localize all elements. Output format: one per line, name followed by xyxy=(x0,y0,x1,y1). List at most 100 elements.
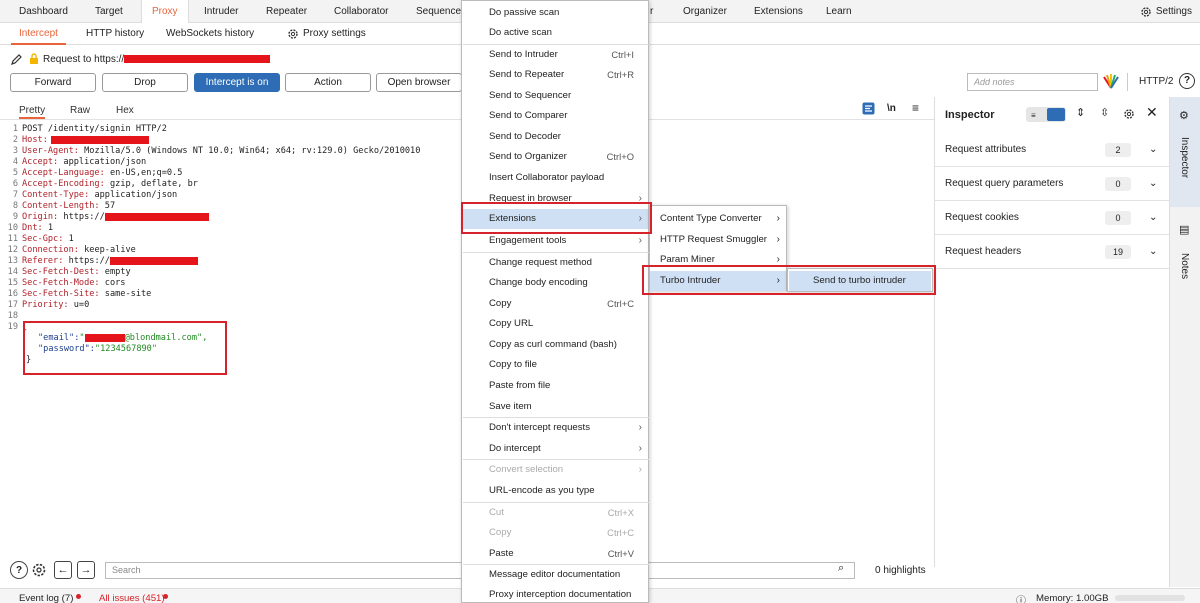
tab-extensions[interactable]: Extensions xyxy=(754,0,803,23)
newline-toggle-icon[interactable]: \n xyxy=(887,103,896,114)
menu-item-passive-scan[interactable]: Do passive scan xyxy=(462,3,648,23)
menu-item-copy[interactable]: Copy Ctrl+C xyxy=(462,294,648,314)
lock-icon xyxy=(30,53,38,64)
menu-item-send-to-intruder[interactable]: Send to Intruder Ctrl+I xyxy=(462,45,648,65)
menu-item-insert-collaborator[interactable]: Insert Collaborator payload xyxy=(462,168,648,188)
menu-item-paste-from-file[interactable]: Paste from file xyxy=(462,376,648,396)
highlight-color-icon[interactable] xyxy=(1102,73,1120,89)
subtab-intercept[interactable]: Intercept xyxy=(11,23,66,45)
menu-item-change-request-method[interactable]: Change request method xyxy=(462,253,648,273)
action-button[interactable]: Action xyxy=(285,73,371,92)
menu-item-send-to-sequencer[interactable]: Send to Sequencer xyxy=(462,86,648,106)
side-tab-notes[interactable]: ▤ Notes xyxy=(1170,215,1200,295)
menu-item-send-to-decoder[interactable]: Send to Decoder xyxy=(462,127,648,147)
open-browser-button[interactable]: Open browser xyxy=(376,73,462,92)
tab-intruder[interactable]: Intruder xyxy=(204,0,238,23)
settings-button[interactable]: Settings xyxy=(1140,0,1192,23)
drop-button[interactable]: Drop xyxy=(102,73,188,92)
proxy-settings-button[interactable]: Proxy settings xyxy=(287,23,366,45)
menu-item-dont-intercept[interactable]: Don't intercept requests › xyxy=(462,418,648,438)
menu-item-proxy-interception-docs[interactable]: Proxy interception documentation xyxy=(462,585,648,603)
menu-item-copy-url[interactable]: Copy URL xyxy=(462,314,648,334)
menu-item-change-body-encoding[interactable]: Change body encoding xyxy=(462,273,648,293)
gear-icon[interactable] xyxy=(31,562,47,578)
burp-window: Dashboard Target Proxy Intruder Repeater… xyxy=(0,0,1200,603)
chevron-down-icon[interactable]: ⌄ xyxy=(1149,201,1157,235)
menu-icon[interactable]: ≡ xyxy=(912,101,919,115)
settings-label: Settings xyxy=(1155,6,1192,17)
help-icon[interactable]: ? xyxy=(10,561,28,579)
inspector-row-cookies[interactable]: Request cookies 0 ⌄ xyxy=(935,201,1170,235)
inspector-row-request-attributes[interactable]: Request attributes 2 ⌄ xyxy=(935,133,1170,167)
chevron-down-icon[interactable]: ⌄ xyxy=(1149,235,1157,269)
submenu-item-http-request-smuggler[interactable]: HTTP Request Smuggler › xyxy=(650,230,786,250)
search-icon[interactable]: ⌕ xyxy=(838,562,844,575)
code-line: 8 Content-Length: 57 xyxy=(12,201,116,211)
http-version-label[interactable]: HTTP/2 xyxy=(1139,76,1173,87)
help-icon[interactable]: ? xyxy=(1179,73,1195,89)
inspector-row-headers[interactable]: Request headers 19 ⌄ xyxy=(935,235,1170,269)
forward-arrow-icon[interactable]: → xyxy=(77,561,95,579)
menu-item-cut[interactable]: Cut Ctrl+X xyxy=(462,503,648,523)
inspector-panel: Inspector ≡ ⇕ ⇳ ✕ Request attributes 2 ⌄… xyxy=(934,97,1170,567)
turbo-highlight-frame xyxy=(642,265,936,295)
inspector-row-query-parameters[interactable]: Request query parameters 0 ⌄ xyxy=(935,167,1170,201)
side-tab-inspector[interactable]: ⚙ Inspector xyxy=(1170,97,1200,207)
chevron-down-icon[interactable]: ⌄ xyxy=(1149,133,1157,167)
menu-item-url-encode[interactable]: URL-encode as you type xyxy=(462,481,648,501)
layout-split-icon[interactable] xyxy=(1047,108,1065,121)
tab-organizer[interactable]: Organizer xyxy=(683,0,727,23)
menu-item-do-intercept[interactable]: Do intercept › xyxy=(462,439,648,459)
menu-item-convert-selection[interactable]: Convert selection › xyxy=(462,460,648,480)
subtab-http-history[interactable]: HTTP history xyxy=(86,23,144,45)
menu-item-message-editor-docs[interactable]: Message editor documentation xyxy=(462,565,648,585)
forward-button[interactable]: Forward xyxy=(10,73,96,92)
editor-tab-pretty[interactable]: Pretty xyxy=(19,103,46,119)
tab-partial[interactable]: r xyxy=(650,0,653,23)
menu-item-copy-disabled[interactable]: Copy Ctrl+C xyxy=(462,523,648,543)
row-label: Request cookies xyxy=(945,212,1019,223)
menu-item-send-to-repeater[interactable]: Send to Repeater Ctrl+R xyxy=(462,65,648,85)
tab-sequencer[interactable]: Sequencer xyxy=(416,0,464,23)
menu-item-send-to-comparer[interactable]: Send to Comparer xyxy=(462,106,648,126)
layout-list-icon[interactable]: ≡ xyxy=(1031,111,1036,120)
close-icon[interactable]: ✕ xyxy=(1146,104,1158,121)
tab-target[interactable]: Target xyxy=(95,0,123,23)
inspector-icon: ⚙ xyxy=(1179,110,1189,122)
all-issues-link[interactable]: All issues (451) xyxy=(99,593,165,603)
menu-item-copy-to-file[interactable]: Copy to file xyxy=(462,355,648,375)
menu-item-paste[interactable]: Paste Ctrl+V xyxy=(462,544,648,564)
tab-collaborator[interactable]: Collaborator xyxy=(334,0,388,23)
tab-dashboard[interactable]: Dashboard xyxy=(19,0,68,23)
back-arrow-icon[interactable]: ← xyxy=(54,561,72,579)
pencil-icon[interactable] xyxy=(10,53,23,66)
menu-item-active-scan[interactable]: Do active scan xyxy=(462,23,648,43)
notes-input[interactable]: Add notes xyxy=(967,73,1098,91)
expand-icon[interactable]: ⇕ xyxy=(1076,106,1085,119)
row-count: 19 xyxy=(1105,245,1131,259)
menu-item-send-to-organizer[interactable]: Send to Organizer Ctrl+O xyxy=(462,147,648,167)
editor-tab-raw[interactable]: Raw xyxy=(70,103,90,119)
menu-item-copy-as-curl[interactable]: Copy as curl command (bash) xyxy=(462,335,648,355)
layout-toggle[interactable]: ≡ xyxy=(1026,107,1066,122)
row-count: 0 xyxy=(1105,211,1131,225)
menu-item-engagement-tools[interactable]: Engagement tools › xyxy=(462,231,648,251)
request-target-label: Request to https:// xyxy=(43,53,125,65)
event-log-link[interactable]: Event log (7) xyxy=(19,593,73,603)
code-line: 13 Referer: https:// xyxy=(0,256,198,267)
editor-tab-hex[interactable]: Hex xyxy=(116,103,134,119)
gear-icon[interactable] xyxy=(1123,108,1135,120)
menu-item-save-item[interactable]: Save item xyxy=(462,397,648,417)
tab-learn[interactable]: Learn xyxy=(826,0,852,23)
submenu-item-content-type-converter[interactable]: Content Type Converter › xyxy=(650,209,786,229)
collapse-icon[interactable]: ⇳ xyxy=(1100,106,1109,119)
pretty-format-icon[interactable] xyxy=(862,102,875,115)
code-line: 10 Dnt: 1 xyxy=(7,223,54,233)
tab-repeater[interactable]: Repeater xyxy=(266,0,307,23)
intercept-toggle-button[interactable]: Intercept is on xyxy=(194,73,280,92)
tab-proxy[interactable]: Proxy xyxy=(141,0,189,23)
subtab-websockets-history[interactable]: WebSockets history xyxy=(166,23,254,45)
highlights-count: 0 highlights xyxy=(875,565,926,576)
context-menu: Do passive scan Do active scan Send to I… xyxy=(461,0,649,603)
chevron-down-icon[interactable]: ⌄ xyxy=(1149,167,1157,201)
